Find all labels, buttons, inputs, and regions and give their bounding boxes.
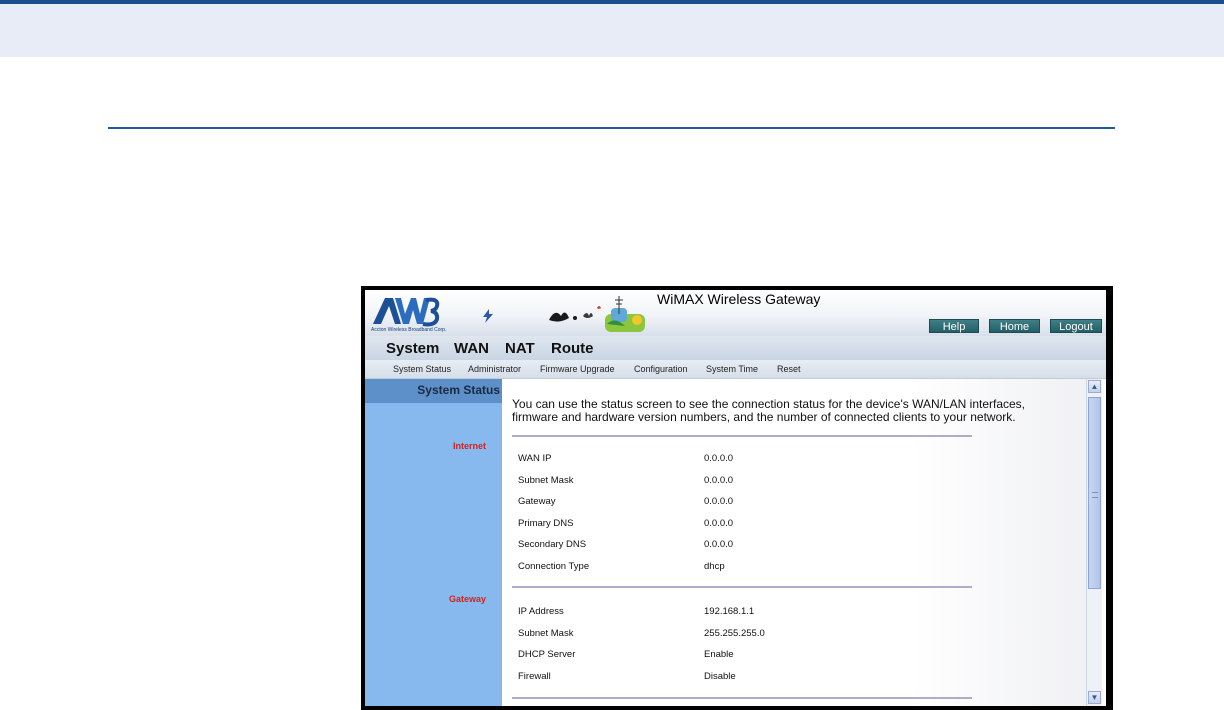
main-menu: System WAN NAT Route [365, 336, 1106, 360]
menu-wan[interactable]: WAN [454, 340, 489, 357]
gateway-row-value: 255.255.255.0 [704, 628, 765, 639]
submenu-system-time[interactable]: System Time [706, 364, 758, 374]
section-label-gateway: Gateway [448, 594, 486, 604]
help-button[interactable]: Help [929, 319, 979, 333]
internet-row-label: Subnet Mask [518, 475, 574, 486]
internet-row-value: 0.0.0.0 [704, 518, 734, 529]
submenu-firmware-upgrade[interactable]: Firmware Upgrade [540, 364, 615, 374]
home-button[interactable]: Home [989, 319, 1040, 333]
internet-row-value: dhcp [704, 561, 725, 572]
sub-menu: System Status Administrator Firmware Upg… [365, 360, 1106, 379]
separator-line [512, 435, 972, 437]
page-title: WiMAX Wireless Gateway [657, 291, 821, 307]
internet-row-label: Connection Type [518, 561, 590, 572]
document-header-band [0, 4, 1224, 57]
internet-row-value: 0.0.0.0 [704, 496, 734, 507]
internet-row-label: WAN IP [518, 453, 552, 464]
gateway-row-label: IP Address [518, 606, 564, 617]
gateway-row-value: Disable [704, 671, 736, 682]
internet-row-label: Primary DNS [518, 518, 574, 529]
internet-row-value: 0.0.0.0 [704, 475, 734, 486]
status-content: You can use the status screen to see the… [502, 379, 1086, 706]
internet-row-label: Secondary DNS [518, 539, 587, 550]
intro-text: You can use the status screen to see the… [512, 397, 1026, 424]
logo-subtitle: Accton Wireless Broadband Corp. [371, 327, 447, 333]
scroll-up-button[interactable]: ▲ [1088, 380, 1101, 393]
submenu-reset[interactable]: Reset [777, 364, 801, 374]
logout-button[interactable]: Logout [1050, 319, 1102, 333]
separator-line [512, 586, 972, 588]
gateway-web-ui: Accton Wireless Broadband Corp. WiMAX Wi… [365, 290, 1106, 706]
sidebar-heading: System Status [417, 383, 500, 397]
gateway-row-value: 192.168.1.1 [704, 606, 755, 617]
gateway-row-label: DHCP Server [518, 649, 576, 660]
menu-nat[interactable]: NAT [505, 340, 535, 357]
gateway-row-label: Subnet Mask [518, 628, 574, 639]
menu-system[interactable]: System [386, 340, 439, 357]
gateway-row-label: Firewall [518, 671, 551, 682]
document-rule [108, 127, 1115, 129]
submenu-configuration[interactable]: Configuration [634, 364, 688, 374]
internet-row-value: 0.0.0.0 [704, 453, 734, 464]
sidebar-heading-bar: System Status [365, 379, 502, 403]
vertical-scrollbar[interactable]: ▲ ▼ [1086, 379, 1102, 706]
lightning-icon [483, 309, 493, 323]
menu-route[interactable]: Route [551, 340, 594, 357]
scrollbar-thumb[interactable] [1088, 397, 1101, 589]
screenshot-frame: Accton Wireless Broadband Corp. WiMAX Wi… [361, 286, 1113, 710]
scrollbar-grip-icon [1092, 492, 1098, 498]
internet-row-label: Gateway [518, 496, 556, 507]
submenu-system-status[interactable]: System Status [393, 364, 451, 374]
decorative-butterflies-icon [549, 296, 645, 332]
scroll-down-button[interactable]: ▼ [1088, 691, 1101, 704]
internet-row-value: 0.0.0.0 [704, 539, 734, 550]
separator-line [512, 697, 972, 699]
header-banner: Accton Wireless Broadband Corp. WiMAX Wi… [365, 290, 1106, 336]
gateway-row-value: Enable [704, 649, 734, 660]
submenu-administrator[interactable]: Administrator [468, 364, 521, 374]
section-label-internet: Internet [452, 441, 486, 451]
left-sidebar: System Status Internet Gateway [365, 379, 502, 706]
